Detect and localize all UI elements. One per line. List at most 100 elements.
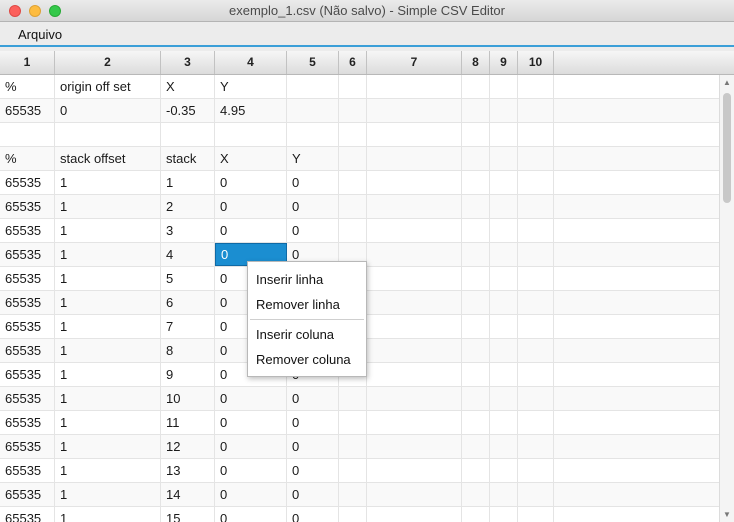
table-cell[interactable] <box>215 123 287 146</box>
table-cell[interactable] <box>339 75 367 98</box>
table-cell[interactable]: % <box>0 75 55 98</box>
table-cell[interactable]: 1 <box>55 267 161 290</box>
table-cell[interactable]: 13 <box>161 459 215 482</box>
table-cell[interactable]: 8 <box>161 339 215 362</box>
table-cell[interactable]: X <box>215 147 287 170</box>
table-cell[interactable] <box>490 195 518 218</box>
table-cell[interactable]: 1 <box>55 171 161 194</box>
table-cell[interactable]: 65535 <box>0 243 55 266</box>
table-cell[interactable] <box>367 99 462 122</box>
table-cell[interactable] <box>0 123 55 146</box>
table-cell[interactable]: 0 <box>55 99 161 122</box>
table-cell[interactable]: 1 <box>55 363 161 386</box>
table-cell[interactable] <box>462 219 490 242</box>
table-cell[interactable] <box>287 99 339 122</box>
table-cell[interactable]: 7 <box>161 315 215 338</box>
column-header-5[interactable]: 5 <box>287 51 339 74</box>
table-cell[interactable] <box>518 195 554 218</box>
menu-item-remover-linha[interactable]: Remover linha <box>248 293 366 317</box>
table-cell[interactable] <box>518 219 554 242</box>
table-cell[interactable]: 0 <box>215 171 287 194</box>
table-cell[interactable]: 0 <box>215 387 287 410</box>
table-cell[interactable]: 1 <box>55 411 161 434</box>
table-cell[interactable]: 65535 <box>0 435 55 458</box>
table-cell[interactable]: 65535 <box>0 483 55 506</box>
table-cell[interactable]: 4 <box>161 243 215 266</box>
table-cell[interactable] <box>55 123 161 146</box>
scroll-down-arrow-icon[interactable]: ▼ <box>723 510 731 519</box>
table-cell[interactable] <box>462 315 490 338</box>
table-cell[interactable]: 0 <box>215 459 287 482</box>
column-header-4[interactable]: 4 <box>215 51 287 74</box>
table-cell[interactable]: 1 <box>55 435 161 458</box>
table-cell[interactable]: 65535 <box>0 339 55 362</box>
table-cell[interactable]: 0 <box>287 483 339 506</box>
table-cell[interactable] <box>367 315 462 338</box>
table-cell[interactable] <box>367 291 462 314</box>
table-cell[interactable] <box>367 387 462 410</box>
table-cell[interactable] <box>518 291 554 314</box>
table-cell[interactable]: 65535 <box>0 291 55 314</box>
table-cell[interactable]: stack offset <box>55 147 161 170</box>
table-cell[interactable]: 2 <box>161 195 215 218</box>
table-cell[interactable] <box>518 123 554 146</box>
table-cell[interactable] <box>518 315 554 338</box>
table-cell[interactable]: 65535 <box>0 411 55 434</box>
table-cell[interactable] <box>462 483 490 506</box>
table-cell[interactable] <box>367 195 462 218</box>
table-cell[interactable] <box>490 75 518 98</box>
table-cell[interactable]: Y <box>287 147 339 170</box>
table-cell[interactable]: 0 <box>287 387 339 410</box>
table-cell[interactable] <box>490 387 518 410</box>
table-cell[interactable] <box>462 507 490 522</box>
table-cell[interactable]: 0 <box>287 507 339 522</box>
table-cell[interactable] <box>339 411 367 434</box>
table-cell[interactable]: 0 <box>215 195 287 218</box>
table-cell[interactable]: 65535 <box>0 267 55 290</box>
menu-item-inserir-coluna[interactable]: Inserir coluna <box>248 323 366 347</box>
table-cell[interactable] <box>518 99 554 122</box>
table-cell[interactable] <box>287 123 339 146</box>
table-cell[interactable]: origin off set <box>55 75 161 98</box>
table-cell[interactable]: 65535 <box>0 219 55 242</box>
table-cell[interactable] <box>462 435 490 458</box>
table-cell[interactable] <box>490 171 518 194</box>
table-cell[interactable]: 0 <box>287 219 339 242</box>
table-cell[interactable] <box>490 99 518 122</box>
table-cell[interactable]: 65535 <box>0 507 55 522</box>
table-cell[interactable] <box>367 435 462 458</box>
menu-arquivo[interactable]: Arquivo <box>18 27 62 42</box>
table-cell[interactable]: -0.35 <box>161 99 215 122</box>
table-cell[interactable] <box>462 243 490 266</box>
table-cell[interactable] <box>462 171 490 194</box>
table-cell[interactable] <box>490 507 518 522</box>
column-header-9[interactable]: 9 <box>490 51 518 74</box>
table-cell[interactable] <box>367 171 462 194</box>
table-cell[interactable] <box>367 363 462 386</box>
table-cell[interactable] <box>367 75 462 98</box>
table-cell[interactable]: 3 <box>161 219 215 242</box>
table-cell[interactable] <box>339 507 367 522</box>
table-cell[interactable] <box>490 459 518 482</box>
table-cell[interactable] <box>339 483 367 506</box>
table-cell[interactable] <box>490 483 518 506</box>
table-cell[interactable] <box>518 75 554 98</box>
table-cell[interactable] <box>339 435 367 458</box>
table-cell[interactable] <box>518 411 554 434</box>
table-cell[interactable]: 65535 <box>0 315 55 338</box>
table-cell[interactable]: 1 <box>55 195 161 218</box>
table-cell[interactable] <box>462 99 490 122</box>
menu-item-remover-coluna[interactable]: Remover coluna <box>248 348 366 372</box>
table-cell[interactable] <box>339 219 367 242</box>
table-cell[interactable] <box>490 123 518 146</box>
table-cell[interactable] <box>339 459 367 482</box>
table-cell[interactable] <box>518 363 554 386</box>
table-cell[interactable] <box>287 75 339 98</box>
table-cell[interactable] <box>462 387 490 410</box>
table-cell[interactable]: 1 <box>161 171 215 194</box>
table-cell[interactable] <box>339 99 367 122</box>
table-cell[interactable] <box>518 483 554 506</box>
table-cell[interactable]: 0 <box>215 219 287 242</box>
table-cell[interactable] <box>462 291 490 314</box>
table-cell[interactable] <box>462 267 490 290</box>
